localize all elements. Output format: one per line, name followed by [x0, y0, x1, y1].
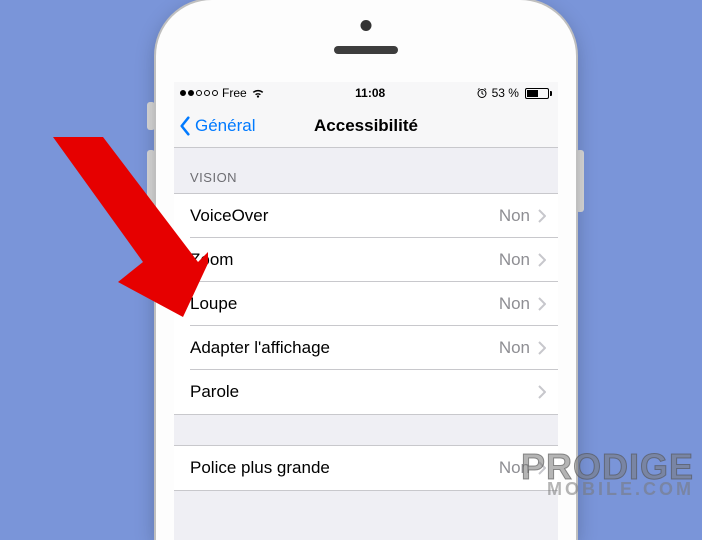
row-voiceover[interactable]: VoiceOver Non	[174, 194, 558, 238]
row-parole[interactable]: Parole	[174, 370, 558, 414]
back-label: Général	[195, 116, 255, 136]
row-police-plus-grande[interactable]: Police plus grande Non	[174, 446, 558, 490]
phone-volume-up	[147, 150, 155, 204]
chevron-right-icon	[538, 253, 546, 267]
battery-icon	[523, 88, 552, 99]
chevron-right-icon	[538, 461, 546, 475]
row-value: Non	[499, 294, 530, 314]
row-label: Zoom	[190, 250, 499, 270]
row-value: Non	[499, 338, 530, 358]
phone-speaker	[334, 46, 398, 54]
status-bar: Free 11:08 53 %	[174, 82, 558, 104]
signal-strength-icon	[180, 90, 218, 96]
chevron-right-icon	[538, 385, 546, 399]
settings-list-vision: VoiceOver Non Zoom Non Loupe Non Adapter…	[174, 193, 558, 415]
settings-list-text: Police plus grande Non	[174, 445, 558, 491]
chevron-right-icon	[538, 209, 546, 223]
phone-mute-switch	[147, 102, 155, 130]
phone-power-button	[576, 150, 584, 212]
back-button[interactable]: Général	[174, 116, 255, 136]
row-loupe[interactable]: Loupe Non	[174, 282, 558, 326]
row-label: Adapter l'affichage	[190, 338, 499, 358]
row-label: VoiceOver	[190, 206, 499, 226]
section-header-vision: VISION	[174, 148, 558, 193]
phone-volume-down	[147, 214, 155, 268]
wifi-icon	[251, 87, 265, 99]
phone-camera	[361, 20, 372, 31]
row-value: Non	[499, 206, 530, 226]
carrier-label: Free	[222, 86, 247, 100]
row-value: Non	[499, 458, 530, 478]
battery-percent-label: 53 %	[492, 86, 519, 100]
row-label: Parole	[190, 382, 530, 402]
chevron-right-icon	[538, 297, 546, 311]
row-value: Non	[499, 250, 530, 270]
row-label: Police plus grande	[190, 458, 499, 478]
chevron-left-icon	[178, 116, 192, 136]
clock-label: 11:08	[355, 86, 385, 100]
screen: Free 11:08 53 %	[174, 82, 558, 540]
nav-bar: Général Accessibilité	[174, 104, 558, 148]
alarm-icon	[476, 87, 488, 99]
row-label: Loupe	[190, 294, 499, 314]
chevron-right-icon	[538, 341, 546, 355]
row-zoom[interactable]: Zoom Non	[174, 238, 558, 282]
phone-frame: Free 11:08 53 %	[156, 0, 576, 540]
row-adapter-affichage[interactable]: Adapter l'affichage Non	[174, 326, 558, 370]
